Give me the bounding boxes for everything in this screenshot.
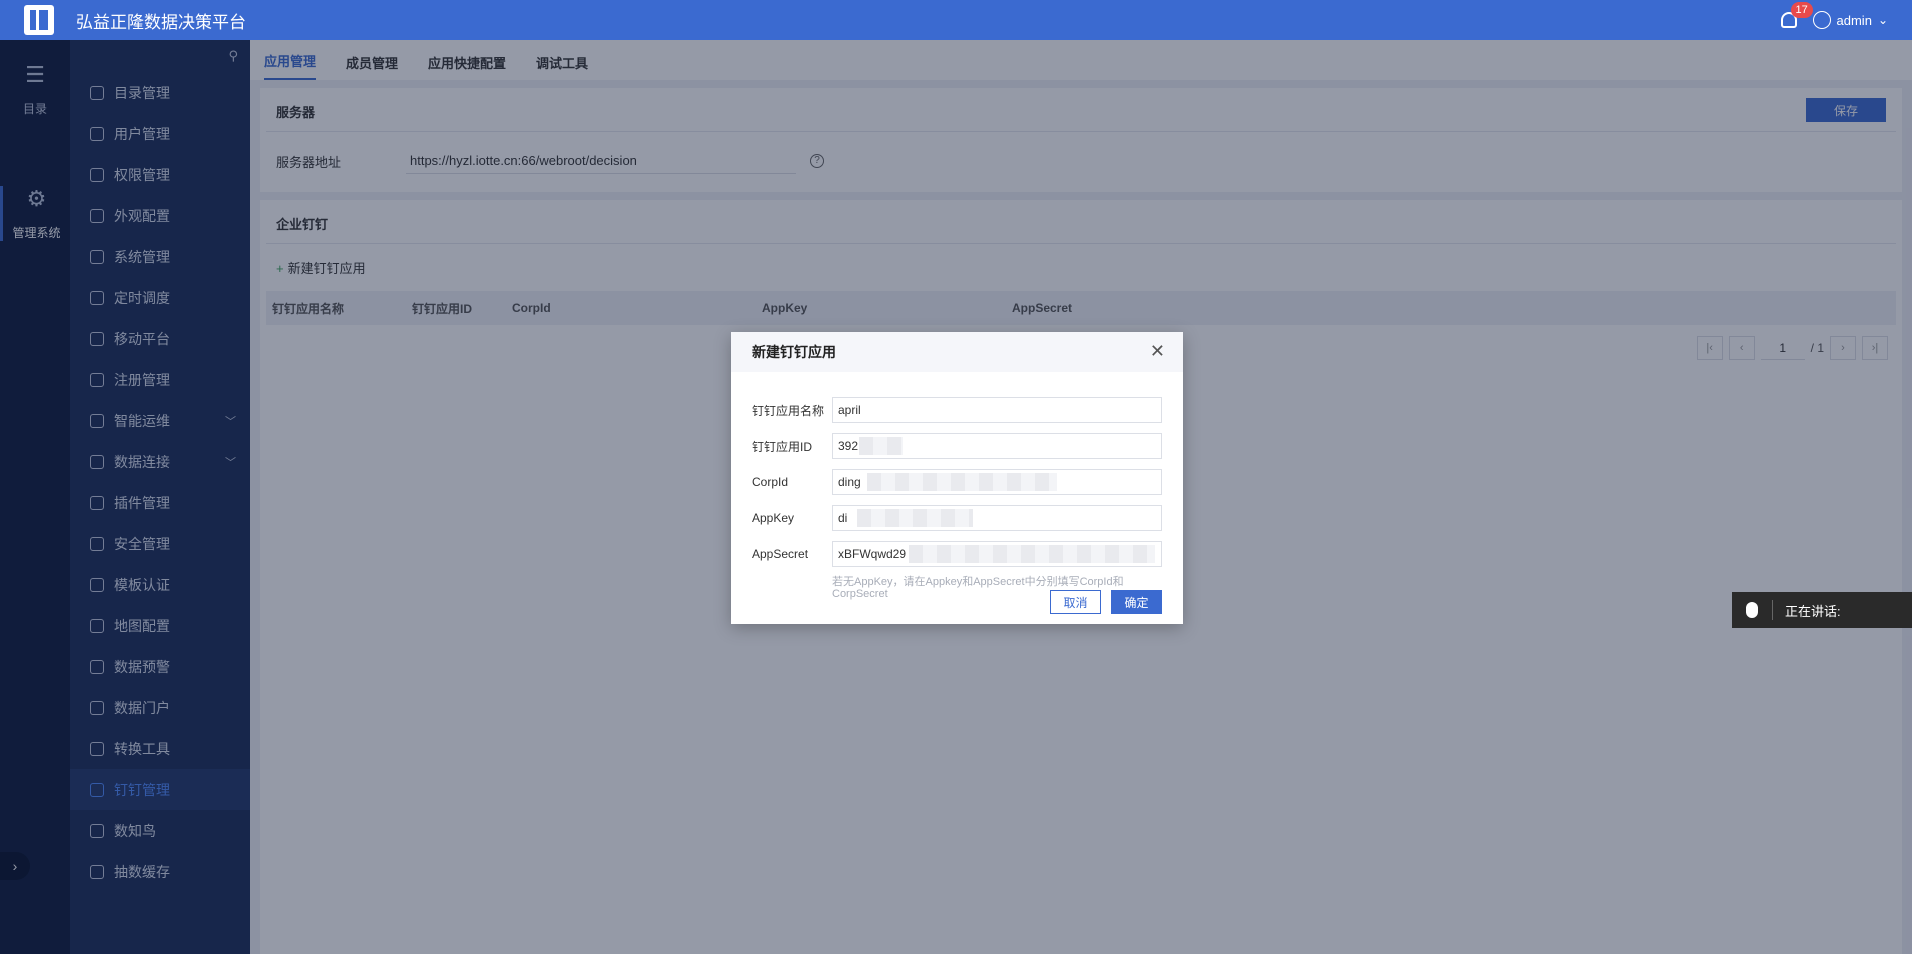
field-row-app-name: 钉钉应用名称 april [752, 392, 1162, 428]
field-label: AppSecret [752, 547, 809, 561]
dialog-footer: 取消 确定 [1050, 590, 1162, 614]
dialog-body: 钉钉应用名称 april 钉钉应用ID 392 CorpId ding AppK… [731, 372, 1183, 600]
chevron-down-icon[interactable]: ⌄ [1878, 13, 1888, 27]
appsecret-input[interactable]: xBFWqwd29 [832, 541, 1162, 567]
user-avatar-icon[interactable] [1812, 11, 1831, 29]
corpid-input[interactable]: ding [832, 469, 1162, 495]
redacted-mask [867, 473, 1057, 491]
input-value: april [838, 403, 861, 417]
header-actions: 17 admin ⌄ [1780, 2, 1888, 29]
input-value: 392 [838, 439, 859, 453]
app-logo [24, 5, 54, 35]
input-value: di [838, 511, 848, 525]
app-title: 弘益正隆数据决策平台 [76, 12, 246, 32]
confirm-button[interactable]: 确定 [1111, 590, 1162, 614]
user-name[interactable]: admin [1837, 13, 1872, 28]
field-label: AppKey [752, 511, 795, 525]
input-value: xBFWqwd29 [838, 547, 907, 561]
redacted-mask [857, 509, 973, 527]
microphone-icon [1746, 602, 1758, 618]
dialog-title: 新建钉钉应用 [731, 332, 1183, 372]
app-name-input[interactable]: april [832, 397, 1162, 423]
field-label: 钉钉应用ID [752, 439, 813, 454]
speaking-indicator: 正在讲话: [1732, 592, 1912, 628]
speaking-label: 正在讲话: [1785, 603, 1841, 619]
input-value: ding [838, 475, 861, 489]
redacted-mask [859, 437, 903, 455]
field-row-appsecret: AppSecret xBFWqwd29 [752, 536, 1162, 572]
field-row-appkey: AppKey di [752, 500, 1162, 536]
redacted-mask [909, 545, 1155, 563]
notification-badge: 17 [1790, 2, 1813, 18]
field-label: 钉钉应用名称 [752, 403, 825, 418]
appkey-input[interactable]: di [832, 505, 1162, 531]
field-row-app-id: 钉钉应用ID 392 [752, 428, 1162, 464]
cancel-button[interactable]: 取消 [1050, 590, 1101, 614]
bell-icon[interactable]: 17 [1780, 2, 1813, 28]
field-row-corpid: CorpId ding [752, 464, 1162, 500]
divider [1772, 600, 1773, 620]
field-label: CorpId [752, 475, 789, 489]
top-header: 弘益正隆数据决策平台 17 admin ⌄ [0, 0, 1912, 40]
close-icon[interactable]: ✕ [1150, 342, 1165, 360]
new-dingtalk-app-dialog: 新建钉钉应用 ✕ 钉钉应用名称 april 钉钉应用ID 392 CorpId … [731, 332, 1183, 624]
app-id-input[interactable]: 392 [832, 433, 1162, 459]
